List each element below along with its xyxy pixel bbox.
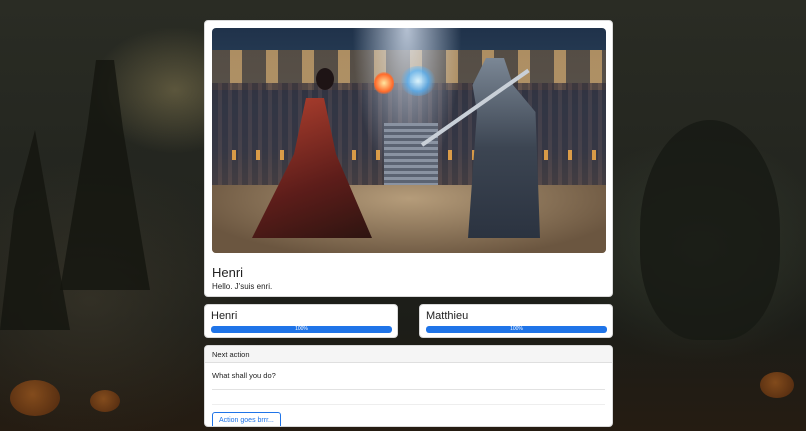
divider	[212, 404, 605, 405]
health-bar: 100%	[211, 326, 392, 333]
health-bar-fill: 100%	[211, 326, 392, 333]
battle-scene-image	[212, 28, 606, 253]
pumpkin-decoration	[10, 380, 60, 416]
arena-stairs	[384, 123, 438, 188]
dragon-silhouette	[640, 120, 780, 340]
speaker-name: Henri	[212, 265, 244, 280]
player-card-henri: Henri 100%	[204, 304, 398, 338]
health-bar-fill: 100%	[426, 326, 607, 333]
next-action-card: Next action What shall you do? Action go…	[204, 345, 613, 427]
player-name: Matthieu	[426, 310, 469, 322]
dialogue-text: Hello. J'suis enri.	[212, 282, 273, 291]
action-prompt: What shall you do?	[212, 371, 276, 380]
magic-orb-icon	[400, 66, 436, 96]
game-container: Henri Hello. J'suis enri. Henri 100% Mat…	[204, 20, 613, 427]
pumpkin-decoration	[760, 372, 794, 398]
divider	[212, 389, 605, 390]
sorceress-head	[316, 68, 334, 90]
health-bar: 100%	[426, 326, 607, 333]
players-row: Henri 100% Matthieu 100%	[204, 304, 613, 338]
action-submit-button[interactable]: Action goes brrr...	[212, 412, 281, 426]
player-card-matthieu: Matthieu 100%	[419, 304, 613, 338]
next-action-body: What shall you do? Action goes brrr...	[205, 363, 612, 426]
player-name: Henri	[211, 310, 238, 322]
castle-silhouette	[0, 130, 70, 330]
pumpkin-decoration	[90, 390, 120, 412]
castle-silhouette	[60, 60, 150, 290]
scene-card: Henri Hello. J'suis enri.	[204, 20, 613, 297]
fire-spell-icon	[374, 72, 394, 94]
next-action-header: Next action	[205, 346, 612, 363]
